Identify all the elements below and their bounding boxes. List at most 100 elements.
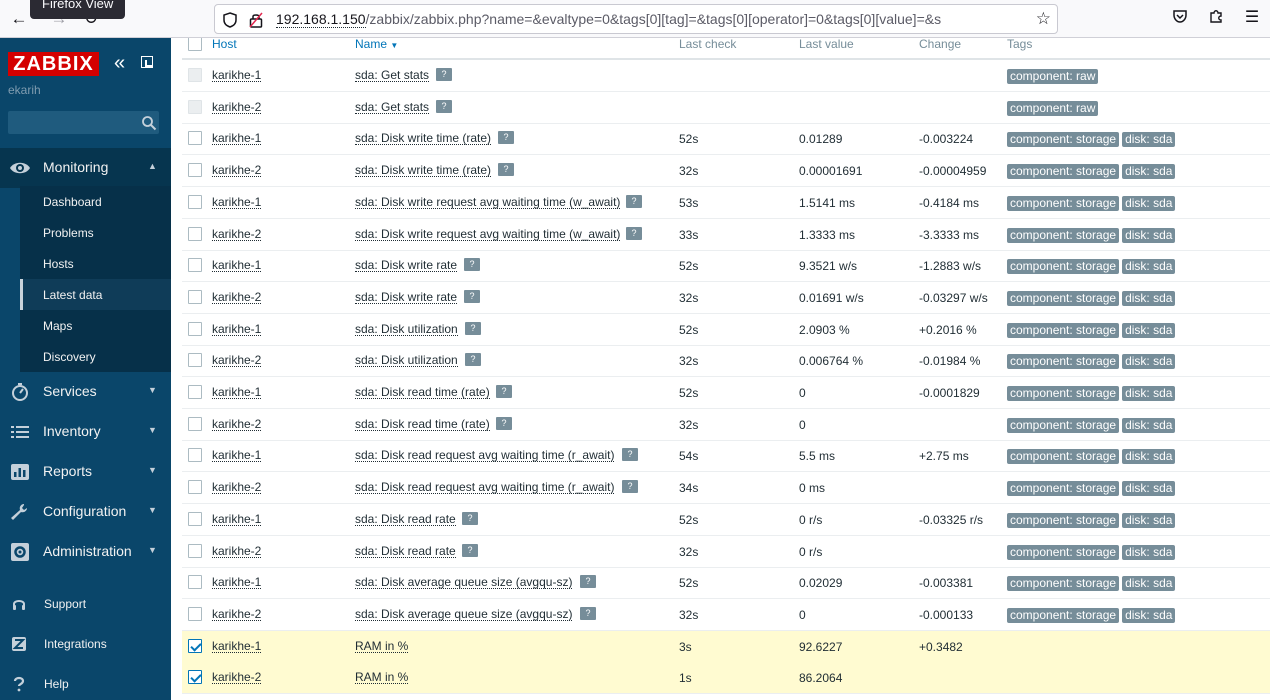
- item-name-link[interactable]: sda: Disk average queue size (avgqu-sz): [355, 576, 573, 590]
- row-checkbox[interactable]: [188, 670, 202, 685]
- tag-badge[interactable]: disk: sda: [1122, 164, 1176, 180]
- help-icon[interactable]: ?: [462, 543, 478, 557]
- table-row[interactable]: karikhe-2 sda: Disk read request avg wait…: [182, 472, 1270, 505]
- menu-configuration[interactable]: Configuration ▼: [0, 492, 171, 532]
- help-icon[interactable]: ?: [580, 575, 596, 589]
- item-name-link[interactable]: sda: Disk write rate: [355, 259, 458, 273]
- host-link[interactable]: karikhe-1: [212, 132, 262, 146]
- row-checkbox[interactable]: [188, 289, 202, 304]
- submenu-problems[interactable]: Problems: [20, 217, 171, 248]
- help-icon[interactable]: ?: [626, 194, 642, 208]
- item-name-link[interactable]: sda: Disk write time (rate): [355, 132, 492, 146]
- item-name-link[interactable]: sda: Disk utilization: [355, 354, 458, 368]
- tag-badge[interactable]: component: storage: [1007, 576, 1120, 592]
- shield-icon[interactable]: [223, 12, 237, 28]
- host-link[interactable]: karikhe-1: [212, 69, 262, 82]
- row-checkbox[interactable]: [188, 163, 202, 178]
- extensions-icon[interactable]: [1206, 8, 1226, 28]
- host-link[interactable]: karikhe-1: [212, 513, 262, 526]
- help-icon[interactable]: ?: [464, 258, 480, 272]
- help-icon[interactable]: ?: [462, 511, 478, 525]
- row-checkbox[interactable]: [188, 511, 202, 526]
- hamburger-menu-icon[interactable]: ☰: [1242, 8, 1262, 28]
- table-row[interactable]: karikhe-1 sda: Disk write request avg wai…: [182, 187, 1270, 219]
- host-link[interactable]: karikhe-1: [212, 323, 262, 336]
- submenu-dashboard[interactable]: Dashboard: [20, 186, 171, 217]
- row-checkbox[interactable]: [188, 385, 202, 399]
- submenu-latest-data[interactable]: Latest data: [20, 279, 171, 310]
- help-icon[interactable]: ?: [464, 289, 480, 303]
- host-link[interactable]: karikhe-2: [212, 481, 262, 495]
- menu-support[interactable]: Support: [0, 584, 171, 624]
- item-name-link[interactable]: sda: Disk write time (rate): [355, 164, 492, 178]
- item-name-link[interactable]: sda: Disk write request avg waiting time…: [355, 228, 621, 241]
- table-row[interactable]: karikhe-2 sda: Disk write request avg wai…: [182, 219, 1270, 251]
- host-link[interactable]: karikhe-1: [212, 640, 262, 653]
- tag-badge[interactable]: component: storage: [1007, 132, 1120, 148]
- host-link[interactable]: karikhe-1: [212, 196, 262, 209]
- row-checkbox[interactable]: [188, 258, 202, 273]
- header-name[interactable]: Name ▼: [355, 38, 398, 52]
- row-checkbox[interactable]: [188, 321, 202, 336]
- help-icon[interactable]: ?: [436, 68, 452, 81]
- tag-badge[interactable]: component: storage: [1007, 449, 1120, 465]
- header-host[interactable]: Host: [212, 38, 237, 50]
- submenu-hosts[interactable]: Hosts: [20, 248, 171, 279]
- help-icon[interactable]: ?: [496, 416, 512, 430]
- tag-badge[interactable]: component: storage: [1007, 354, 1120, 370]
- help-icon[interactable]: ?: [626, 226, 642, 240]
- tag-badge[interactable]: disk: sda: [1122, 607, 1176, 623]
- host-link[interactable]: karikhe-2: [212, 671, 262, 685]
- row-checkbox[interactable]: [188, 606, 202, 621]
- menu-inventory[interactable]: Inventory ▼: [0, 412, 171, 452]
- item-name-link[interactable]: sda: Get stats: [355, 69, 430, 82]
- collapse-sidebar-icon[interactable]: «: [114, 53, 125, 73]
- tag-badge[interactable]: disk: sda: [1122, 386, 1176, 401]
- url-bar[interactable]: 192.168.1.150/zabbix/zabbix.php?name=&ev…: [214, 4, 1058, 34]
- row-checkbox[interactable]: [188, 416, 202, 431]
- back-arrow-icon[interactable]: ←: [7, 7, 31, 31]
- tag-badge[interactable]: component: storage: [1007, 512, 1120, 528]
- item-name-link[interactable]: sda: Disk read rate: [355, 545, 456, 558]
- tag-badge[interactable]: component: raw: [1007, 100, 1099, 116]
- help-icon[interactable]: ?: [436, 99, 452, 113]
- search-icon[interactable]: [141, 115, 157, 131]
- host-link[interactable]: karikhe-2: [212, 228, 262, 241]
- help-icon[interactable]: ?: [580, 606, 596, 620]
- tag-badge[interactable]: component: storage: [1007, 195, 1120, 211]
- item-name-link[interactable]: sda: Disk utilization: [355, 323, 458, 336]
- help-icon[interactable]: ?: [622, 480, 638, 494]
- kiosk-mode-icon[interactable]: [141, 56, 153, 68]
- tag-badge[interactable]: component: storage: [1007, 290, 1120, 306]
- row-checkbox[interactable]: [188, 353, 202, 368]
- help-icon[interactable]: ?: [498, 131, 514, 145]
- tag-badge[interactable]: component: storage: [1007, 227, 1120, 243]
- tag-badge[interactable]: component: storage: [1007, 481, 1120, 497]
- table-row[interactable]: karikhe-1 sda: Disk read request avg wait…: [182, 440, 1270, 473]
- host-link[interactable]: karikhe-2: [212, 545, 262, 558]
- help-icon[interactable]: ?: [622, 448, 638, 462]
- tag-badge[interactable]: component: storage: [1007, 544, 1120, 560]
- tag-badge[interactable]: component: storage: [1007, 417, 1120, 433]
- table-row[interactable]: karikhe-2 sda: Disk write time (rate)? 32s…: [182, 155, 1270, 188]
- tag-badge[interactable]: component: raw: [1007, 69, 1099, 84]
- item-name-link[interactable]: sda: Disk read request avg waiting time …: [355, 449, 615, 463]
- table-row[interactable]: karikhe-1 sda: Disk average queue size (a…: [182, 567, 1270, 600]
- item-name-link[interactable]: sda: Disk read time (rate): [355, 386, 490, 399]
- help-icon[interactable]: ?: [465, 321, 481, 335]
- tag-badge[interactable]: disk: sda: [1122, 481, 1176, 497]
- host-link[interactable]: karikhe-1: [212, 576, 262, 590]
- item-name-link[interactable]: sda: Disk read time (rate): [355, 418, 490, 431]
- url-text[interactable]: 192.168.1.150/zabbix/zabbix.php?name=&ev…: [276, 11, 1024, 28]
- tag-badge[interactable]: disk: sda: [1122, 195, 1176, 211]
- table-row[interactable]: karikhe-1 sda: Disk read time (rate)? 52s 0…: [182, 377, 1270, 409]
- table-row[interactable]: karikhe-2 sda: Disk average queue size (a…: [182, 599, 1270, 631]
- tag-badge[interactable]: component: storage: [1007, 259, 1120, 275]
- menu-administration[interactable]: Administration ▼: [0, 532, 171, 572]
- table-row[interactable]: karikhe-2 RAM in % 1s 86.2064: [182, 662, 1270, 695]
- table-row[interactable]: karikhe-2 sda: Disk utilization? 32s 0.0067…: [182, 345, 1270, 378]
- table-row[interactable]: karikhe-1 sda: Disk write rate? 52s 9.3521 …: [182, 250, 1270, 283]
- menu-help[interactable]: Help: [0, 664, 171, 700]
- item-name-link[interactable]: RAM in %: [355, 640, 409, 653]
- host-link[interactable]: karikhe-1: [212, 259, 262, 273]
